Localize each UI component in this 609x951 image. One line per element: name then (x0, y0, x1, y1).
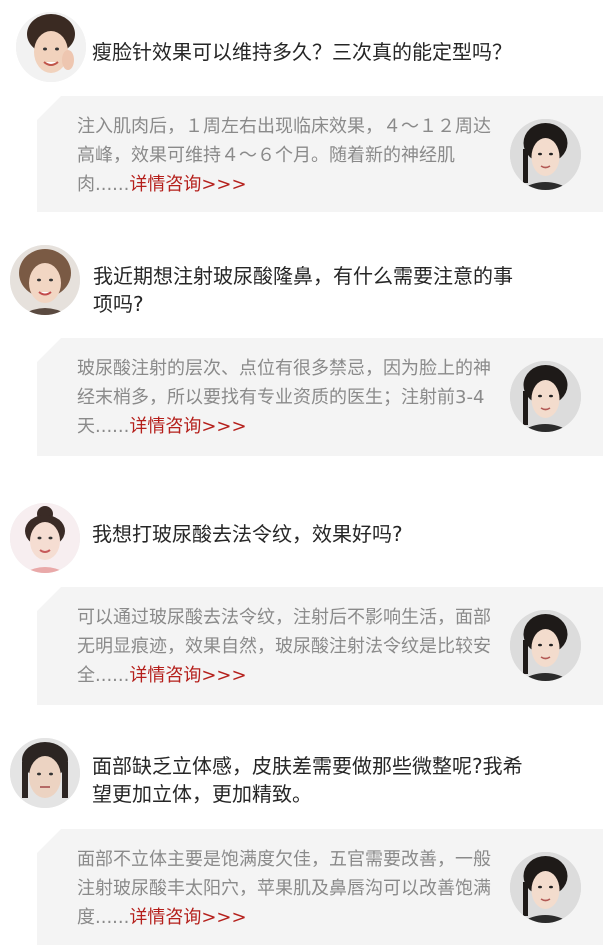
consult-link[interactable]: 详情咨询>>> (129, 416, 246, 437)
doctor-avatar (510, 119, 581, 190)
answer-box: 面部不立体主要是饱满度欠佳，五官需要改善，一般注射玻尿酸丰太阳穴，苹果肌及鼻唇沟… (37, 829, 603, 945)
doctor-avatar (510, 610, 581, 681)
user-avatar (10, 245, 80, 315)
answer-text: 面部不立体主要是饱满度欠佳，五官需要改善，一般注射玻尿酸丰太阳穴，苹果肌及鼻唇沟… (77, 845, 497, 932)
consult-link[interactable]: 详情咨询>>> (129, 907, 246, 928)
consult-link[interactable]: 详情咨询>>> (129, 665, 246, 686)
question-text: 我近期想注射玻尿酸隆鼻，有什么需要注意的事项吗? (93, 264, 513, 316)
question-text: 面部缺乏立体感，皮肤差需要做那些微整呢?我希望更加立体，更加精致。 (92, 754, 523, 806)
doctor-avatar (510, 361, 581, 432)
answer-text: 玻尿酸注射的层次、点位有很多禁忌，因为脸上的神经末梢多，所以要找有专业资质的医生… (77, 354, 497, 441)
user-avatar (10, 738, 80, 808)
consult-link[interactable]: 详情咨询>>> (129, 174, 246, 195)
qa-page: { "qa_items": [ { "question": "瘦脸针效果可以维持… (0, 0, 609, 951)
question-text: 瘦脸针效果可以维持多久？三次真的能定型吗？ (92, 40, 512, 64)
question-text: 我想打玻尿酸去法令纹，效果好吗? (92, 522, 403, 546)
answer-text: 可以通过玻尿酸去法令纹，注射后不影响生活，面部无明显痕迹，效果自然，玻尿酸注射法… (77, 603, 497, 690)
answer-box: 玻尿酸注射的层次、点位有很多禁忌，因为脸上的神经末梢多，所以要找有专业资质的医生… (37, 338, 603, 456)
doctor-avatar (510, 852, 581, 923)
answer-text: 注入肌肉后，１周左右出现临床效果，４～１２周达高峰，效果可维持４～６个月。随着新… (77, 112, 497, 199)
user-avatar (16, 12, 86, 82)
answer-box: 注入肌肉后，１周左右出现临床效果，４～１２周达高峰，效果可维持４～６个月。随着新… (37, 96, 603, 212)
answer-box: 可以通过玻尿酸去法令纹，注射后不影响生活，面部无明显痕迹，效果自然，玻尿酸注射法… (37, 587, 603, 705)
user-avatar (10, 503, 80, 573)
